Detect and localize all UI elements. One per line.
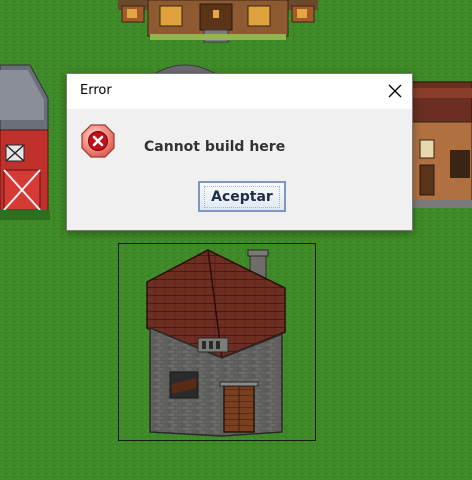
red-barn-building[interactable]: [0, 64, 50, 220]
dialog-titlebar[interactable]: Error: [67, 74, 412, 109]
close-button[interactable]: [378, 74, 412, 108]
stone-house-sprite: [146, 249, 286, 437]
dialog-title: Error: [80, 83, 112, 98]
error-x-icon: [81, 124, 115, 158]
close-icon: [388, 84, 402, 98]
game-map[interactable]: [0, 0, 472, 480]
aceptar-button[interactable]: Aceptar: [198, 181, 286, 212]
error-dialog: Error Cannot build here Aceptar: [66, 73, 413, 231]
error-message: Cannot build here: [144, 139, 286, 155]
aceptar-button-label: Aceptar: [204, 185, 280, 208]
town-hall-building[interactable]: [118, 0, 318, 43]
brown-house-building[interactable]: [406, 81, 472, 208]
dialog-body: Cannot build here Aceptar: [67, 109, 412, 230]
